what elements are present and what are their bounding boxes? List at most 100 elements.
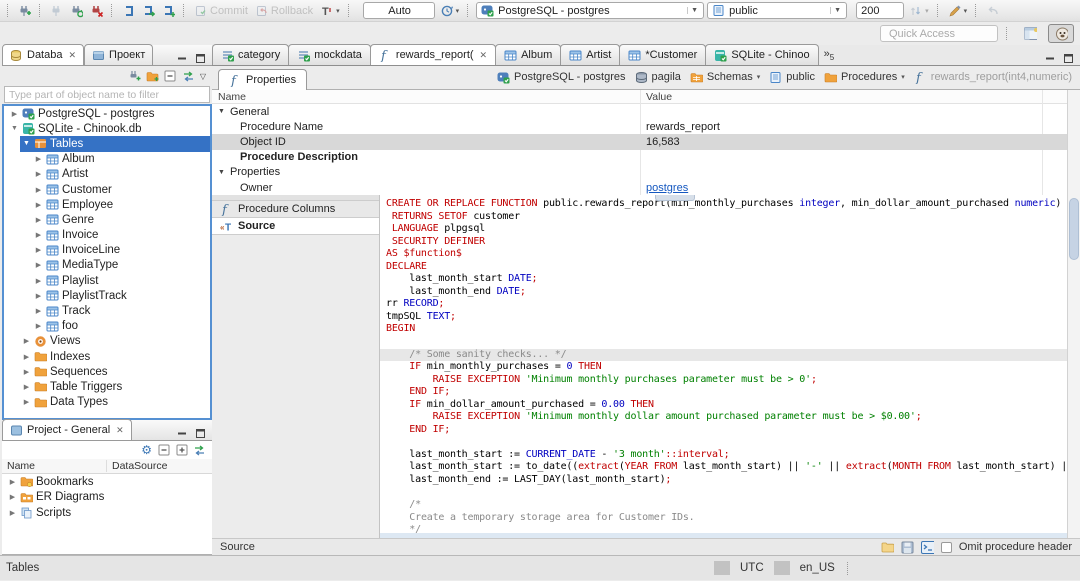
- undo-button[interactable]: [984, 3, 1001, 18]
- owner-link[interactable]: postgres: [646, 182, 688, 194]
- expand-arrow-icon[interactable]: ▶: [10, 110, 19, 118]
- expand-arrow-icon[interactable]: ▶: [22, 353, 31, 361]
- nav-tree-item-data-types[interactable]: ▶ Data Types: [4, 395, 210, 410]
- schema-selector[interactable]: public ▼: [707, 2, 848, 19]
- gear-icon[interactable]: ⚙: [141, 444, 152, 456]
- connection-selector[interactable]: PostgreSQL - postgres ▼: [476, 2, 705, 19]
- editor-tab-customer[interactable]: *Customer: [619, 44, 707, 65]
- expand-arrow-icon[interactable]: ▶: [8, 493, 17, 501]
- expand-arrow-icon[interactable]: ▶: [34, 216, 43, 224]
- breadcrumb-item-rewards-report-int4-numeric[interactable]: f rewards_report(int4,numeric): [914, 71, 1072, 84]
- quick-access-input[interactable]: [880, 25, 998, 42]
- property-row-owner[interactable]: Owner postgres: [212, 180, 1080, 195]
- breadcrumb-item-public[interactable]: public: [769, 71, 815, 84]
- dbeaver-perspective-button[interactable]: [1048, 24, 1074, 43]
- auto-refresh-button[interactable]: ▾: [438, 3, 462, 18]
- nav-tree-item-foo[interactable]: ▶ foo: [4, 319, 210, 334]
- breadcrumb-item-pagila[interactable]: pagila: [635, 71, 681, 84]
- expand-arrow-icon[interactable]: ▼: [22, 140, 31, 147]
- locale-label[interactable]: en_US: [792, 562, 843, 574]
- nav-tree-item-employee[interactable]: ▶ Employee: [4, 197, 210, 212]
- editor-tab-rewards-report[interactable]: f rewards_report(✕: [369, 44, 497, 65]
- nav-tree-item-invoice[interactable]: ▶ Invoice: [4, 228, 210, 243]
- sql-editor-button[interactable]: [120, 3, 137, 18]
- side-tab-procedure-columns[interactable]: f Procedure Columns: [212, 201, 379, 218]
- nav-tree-item-playlisttrack[interactable]: ▶ PlaylistTrack: [4, 288, 210, 303]
- expand-all-icon[interactable]: [175, 444, 188, 457]
- nav-tree-item-tables[interactable]: ▼ Tables: [4, 136, 210, 152]
- rollback-button[interactable]: Rollback: [253, 3, 315, 18]
- breadcrumb-item-procedures[interactable]: Procedures ▾: [824, 71, 905, 84]
- expand-arrow-icon[interactable]: ▶: [34, 231, 43, 239]
- open-file-icon[interactable]: [881, 541, 894, 554]
- format-button[interactable]: ▾: [946, 3, 970, 18]
- connect-button[interactable]: [48, 3, 65, 18]
- expand-arrow-icon[interactable]: ▶: [22, 398, 31, 406]
- nav-tree-item-customer[interactable]: ▶ Customer: [4, 182, 210, 197]
- link-editor-icon[interactable]: [182, 70, 195, 83]
- editor-tab-artist[interactable]: Artist: [560, 44, 621, 65]
- plug-add-icon[interactable]: [128, 70, 141, 83]
- collapse-arrow-icon[interactable]: ▼: [218, 108, 227, 115]
- save-icon[interactable]: [901, 541, 914, 554]
- nav-tree-item-artist[interactable]: ▶ Artist: [4, 167, 210, 182]
- invalidate-connection-button[interactable]: [68, 3, 85, 18]
- breadcrumb-item-postgresql-postgres[interactable]: PostgreSQL - postgres: [497, 71, 626, 84]
- expand-arrow-icon[interactable]: ▼: [10, 125, 19, 132]
- minimize-icon[interactable]: [1044, 52, 1057, 65]
- minimize-icon[interactable]: [176, 52, 189, 65]
- maximize-icon[interactable]: [1062, 52, 1075, 65]
- expand-arrow-icon[interactable]: ▶: [34, 307, 43, 315]
- project-item-scripts[interactable]: ▶ Scripts: [2, 505, 212, 521]
- nav-tree-item-postgresql-postgres[interactable]: ▶ PostgreSQL - postgres: [4, 106, 210, 121]
- link-editor-icon[interactable]: [193, 444, 206, 457]
- expand-arrow-icon[interactable]: ▶: [34, 292, 43, 300]
- editor-tab-mockdata[interactable]: mockdata: [288, 44, 371, 65]
- maximize-icon[interactable]: [194, 427, 207, 440]
- nav-tree-item-indexes[interactable]: ▶ Indexes: [4, 349, 210, 364]
- close-icon[interactable]: ✕: [116, 425, 124, 436]
- new-sql-editor-button[interactable]: [160, 3, 177, 18]
- expand-arrow-icon[interactable]: ▶: [22, 383, 31, 391]
- nav-tree-item-genre[interactable]: ▶ Genre: [4, 212, 210, 227]
- open-sql-script-button[interactable]: [140, 3, 157, 18]
- side-tab-source[interactable]: «T Source: [212, 218, 379, 235]
- column-header-name[interactable]: Name: [212, 91, 640, 103]
- expand-arrow-icon[interactable]: ▶: [34, 261, 43, 269]
- scrollbar-thumb[interactable]: [1069, 198, 1079, 260]
- close-tab-icon[interactable]: ✕: [480, 50, 488, 61]
- commit-mode-combo[interactable]: Auto: [362, 2, 435, 19]
- nav-tree-item-sqlite-chinook-db[interactable]: ▼ SQLite - Chinook.db: [4, 121, 210, 136]
- maximize-icon[interactable]: [194, 52, 207, 65]
- disconnect-button[interactable]: [88, 3, 105, 18]
- nav-tree-item-table-triggers[interactable]: ▶ Table Triggers: [4, 379, 210, 394]
- expand-arrow-icon[interactable]: ▶: [8, 478, 17, 486]
- close-icon[interactable]: ✕: [68, 50, 76, 61]
- property-row-properties[interactable]: ▼ Properties: [212, 165, 1080, 180]
- tab-database-navigator[interactable]: Databa ✕: [2, 44, 85, 65]
- timezone-label[interactable]: UTC: [732, 562, 772, 574]
- open-perspective-button[interactable]: [1017, 24, 1043, 43]
- expand-arrow-icon[interactable]: ▶: [22, 368, 31, 376]
- object-filter-input[interactable]: [4, 86, 210, 103]
- expand-arrow-icon[interactable]: ▶: [34, 201, 43, 209]
- expand-arrow-icon[interactable]: ▶: [34, 246, 43, 254]
- folder-add-icon[interactable]: [146, 70, 159, 83]
- property-row-object-id[interactable]: Object ID 16,583: [212, 134, 1080, 150]
- project-item-bookmarks[interactable]: ▶ Bookmarks: [2, 474, 212, 490]
- expand-arrow-icon[interactable]: ▶: [34, 277, 43, 285]
- editor-tab-album[interactable]: Album: [495, 44, 562, 65]
- nav-tree-item-mediatype[interactable]: ▶ MediaType: [4, 258, 210, 273]
- collapse-arrow-icon[interactable]: ▼: [218, 169, 227, 176]
- editor-tab-sqlite-chinoo[interactable]: SQLite - Chinoo: [705, 44, 819, 65]
- omit-header-checkbox[interactable]: [940, 541, 952, 553]
- collapse-all-icon[interactable]: [164, 70, 177, 83]
- collapse-all-icon[interactable]: [157, 444, 170, 457]
- expand-arrow-icon[interactable]: ▶: [34, 155, 43, 163]
- console-icon[interactable]: [920, 540, 934, 554]
- expand-arrow-icon[interactable]: ▶: [34, 170, 43, 178]
- view-menu-icon[interactable]: ▽: [200, 72, 206, 81]
- nav-tree-item-track[interactable]: ▶ Track: [4, 303, 210, 318]
- tab-project-general[interactable]: Project - General ✕: [2, 419, 132, 440]
- tab-project-navigator[interactable]: Проект: [84, 44, 154, 65]
